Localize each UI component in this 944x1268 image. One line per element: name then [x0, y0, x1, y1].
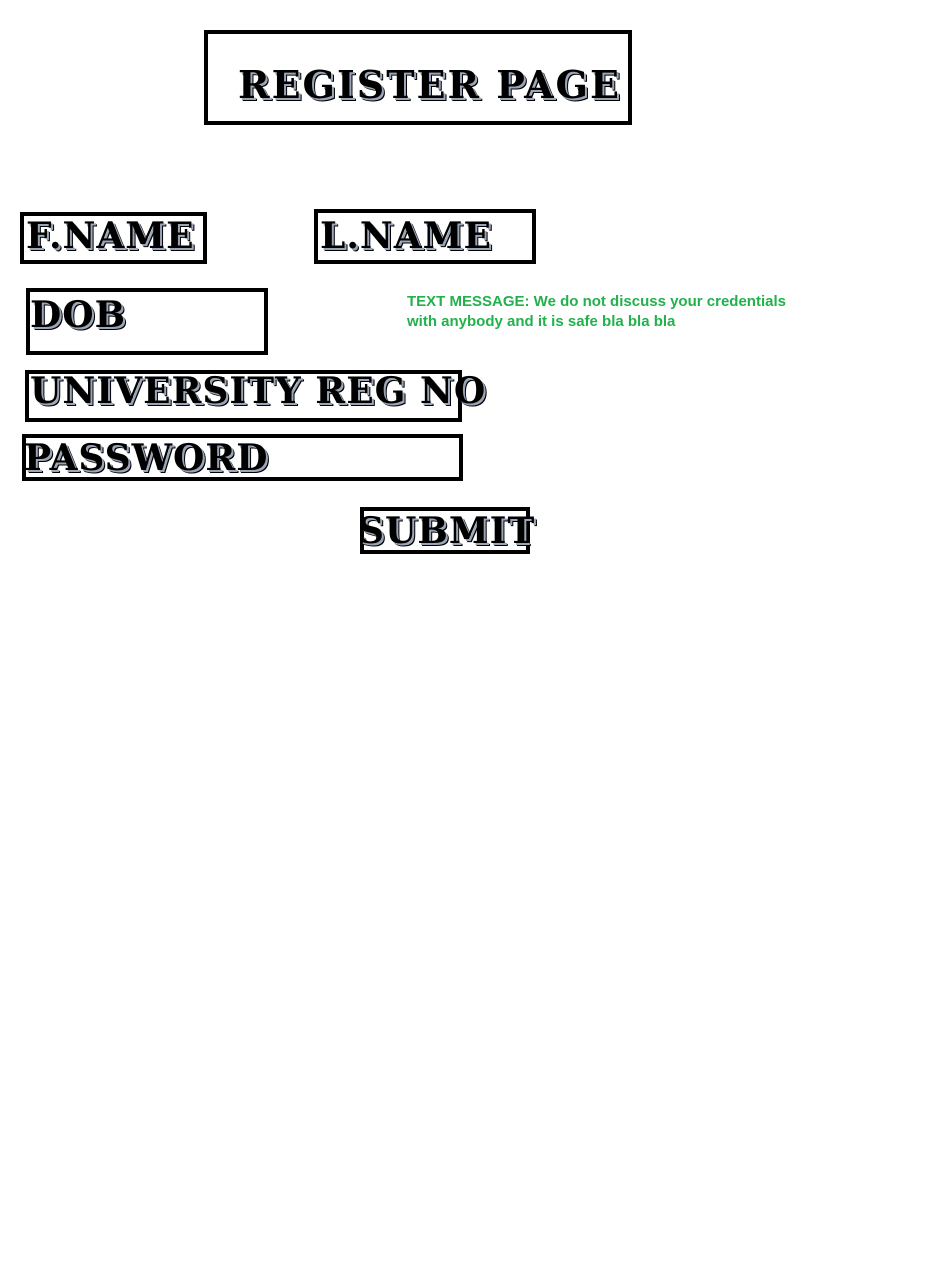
privacy-note: TEXT MESSAGE: We do not discuss your cre… — [407, 293, 786, 330]
last-name-label: L.NAME — [320, 215, 492, 257]
page-title: REGISTER PAGE — [238, 62, 621, 107]
university-reg-no-label: UNIVERSITY REG NO — [30, 370, 487, 412]
first-name-label: F.NAME — [26, 215, 195, 257]
password-label: PASSWORD — [24, 437, 269, 479]
submit-button-label: SUBMIT — [358, 510, 536, 552]
dob-label: DOB — [30, 294, 127, 336]
